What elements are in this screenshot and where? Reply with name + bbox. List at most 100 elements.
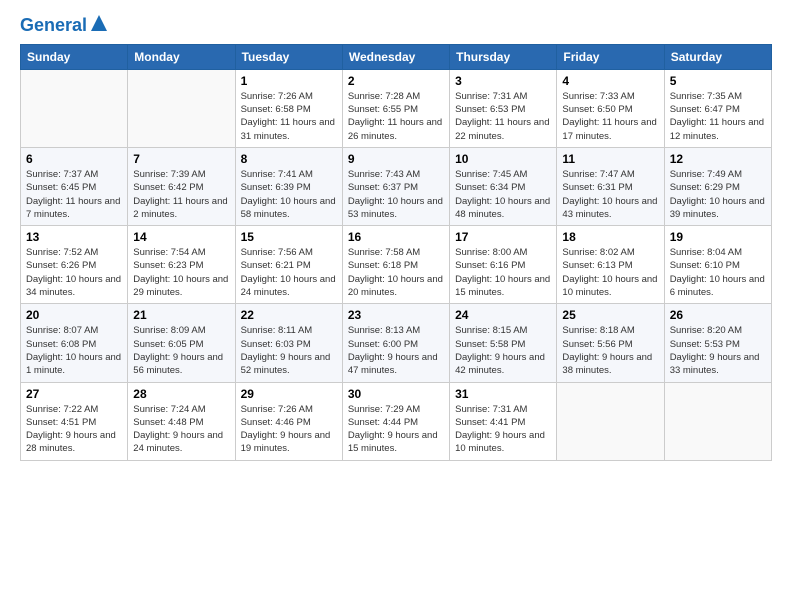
- sunset-label: Sunset: 6:08 PM: [26, 339, 96, 350]
- day-number: 28: [133, 387, 229, 401]
- sunrise-label: Sunrise: 7:49 AM: [670, 169, 742, 180]
- day-info: Sunrise: 7:22 AMSunset: 4:51 PMDaylight:…: [26, 403, 122, 456]
- day-number: 15: [241, 230, 337, 244]
- day-number: 21: [133, 308, 229, 322]
- daylight-label: Daylight: 11 hours and 7 minutes.: [26, 196, 120, 220]
- day-info: Sunrise: 7:58 AMSunset: 6:18 PMDaylight:…: [348, 246, 444, 299]
- calendar-cell: 4Sunrise: 7:33 AMSunset: 6:50 PMDaylight…: [557, 69, 664, 147]
- daylight-label: Daylight: 10 hours and 53 minutes.: [348, 196, 443, 220]
- day-info: Sunrise: 7:31 AMSunset: 6:53 PMDaylight:…: [455, 90, 551, 143]
- sunrise-label: Sunrise: 7:29 AM: [348, 404, 420, 415]
- calendar-cell: 17 Sunrise: 8:00 AMSunset: 6:16 PMDayligh…: [450, 226, 557, 304]
- calendar-cell: 28Sunrise: 7:24 AMSunset: 4:48 PMDayligh…: [128, 382, 235, 460]
- daylight-label: Daylight: 10 hours and 10 minutes.: [562, 274, 657, 298]
- daylight-label: Daylight: 9 hours and 47 minutes.: [348, 352, 438, 376]
- daylight-label: Daylight: 9 hours and 42 minutes.: [455, 352, 545, 376]
- day-number: 8: [241, 152, 337, 166]
- day-number: 23: [348, 308, 444, 322]
- day-info: Sunrise: 7:41 AMSunset: 6:39 PMDaylight:…: [241, 168, 337, 221]
- day-number: 5: [670, 74, 766, 88]
- sunset-label: Sunset: 6:45 PM: [26, 182, 96, 193]
- sunset-label: Sunset: 4:44 PM: [348, 417, 418, 428]
- calendar-cell: [557, 382, 664, 460]
- logo-text: General: [20, 16, 87, 36]
- sunset-label: Sunset: 4:51 PM: [26, 417, 96, 428]
- sunrise-label: Sunrise: 7:28 AM: [348, 91, 420, 102]
- sunset-label: Sunset: 5:53 PM: [670, 339, 740, 350]
- calendar-cell: 14Sunrise: 7:54 AMSunset: 6:23 PMDayligh…: [128, 226, 235, 304]
- sunrise-label: Sunrise: 8:15 AM: [455, 325, 527, 336]
- daylight-label: Daylight: 11 hours and 17 minutes.: [562, 117, 656, 141]
- calendar-cell: 15Sunrise: 7:56 AMSunset: 6:21 PMDayligh…: [235, 226, 342, 304]
- daylight-label: Daylight: 10 hours and 29 minutes.: [133, 274, 228, 298]
- day-info: Sunrise: 8:02 AMSunset: 6:13 PMDaylight:…: [562, 246, 658, 299]
- daylight-label: Daylight: 9 hours and 19 minutes.: [241, 430, 331, 454]
- daylight-label: Daylight: 10 hours and 43 minutes.: [562, 196, 657, 220]
- daylight-label: Daylight: 11 hours and 26 minutes.: [348, 117, 442, 141]
- sunrise-label: Sunrise: 8:20 AM: [670, 325, 742, 336]
- day-info: Sunrise: 7:39 AMSunset: 6:42 PMDaylight:…: [133, 168, 229, 221]
- sunset-label: Sunset: 6:13 PM: [562, 260, 632, 271]
- day-info: Sunrise: 7:43 AMSunset: 6:37 PMDaylight:…: [348, 168, 444, 221]
- sunset-label: Sunset: 6:05 PM: [133, 339, 203, 350]
- calendar-cell: 2Sunrise: 7:28 AMSunset: 6:55 PMDaylight…: [342, 69, 449, 147]
- weekday-saturday: Saturday: [664, 44, 771, 69]
- daylight-label: Daylight: 10 hours and 39 minutes.: [670, 196, 765, 220]
- daylight-label: Daylight: 10 hours and 48 minutes.: [455, 196, 550, 220]
- day-number: 24: [455, 308, 551, 322]
- daylight-label: Daylight: 11 hours and 22 minutes.: [455, 117, 549, 141]
- daylight-label: Daylight: 10 hours and 24 minutes.: [241, 274, 336, 298]
- sunrise-label: Sunrise: 7:43 AM: [348, 169, 420, 180]
- calendar-cell: 1Sunrise: 7:26 AMSunset: 6:58 PMDaylight…: [235, 69, 342, 147]
- day-number: 13: [26, 230, 122, 244]
- calendar-cell: 31Sunrise: 7:31 AMSunset: 4:41 PMDayligh…: [450, 382, 557, 460]
- calendar-cell: 8 Sunrise: 7:41 AMSunset: 6:39 PMDaylight…: [235, 147, 342, 225]
- sunrise-label: Sunrise: 7:47 AM: [562, 169, 634, 180]
- calendar-cell: 24Sunrise: 8:15 AMSunset: 5:58 PMDayligh…: [450, 304, 557, 382]
- sunset-label: Sunset: 6:53 PM: [455, 104, 525, 115]
- daylight-label: Daylight: 11 hours and 2 minutes.: [133, 196, 227, 220]
- daylight-label: Daylight: 10 hours and 20 minutes.: [348, 274, 443, 298]
- sunrise-label: Sunrise: 7:22 AM: [26, 404, 98, 415]
- sunrise-label: Sunrise: 7:56 AM: [241, 247, 313, 258]
- calendar-cell: 10Sunrise: 7:45 AMSunset: 6:34 PMDayligh…: [450, 147, 557, 225]
- sunset-label: Sunset: 6:03 PM: [241, 339, 311, 350]
- day-info: Sunrise: 7:35 AMSunset: 6:47 PMDaylight:…: [670, 90, 766, 143]
- sunrise-label: Sunrise: 7:31 AM: [455, 404, 527, 415]
- day-info: Sunrise: 7:31 AMSunset: 4:41 PMDaylight:…: [455, 403, 551, 456]
- daylight-label: Daylight: 11 hours and 12 minutes.: [670, 117, 764, 141]
- sunrise-label: Sunrise: 8:07 AM: [26, 325, 98, 336]
- sunset-label: Sunset: 6:47 PM: [670, 104, 740, 115]
- day-info: Sunrise: 7:37 AM Sunset: 6:45 PM Daylight:…: [26, 168, 122, 221]
- day-info: Sunrise: 7:49 AM Sunset: 6:29 PM Daylight:…: [670, 168, 766, 221]
- weekday-sunday: Sunday: [21, 44, 128, 69]
- sunset-label: Sunset: 6:29 PM: [670, 182, 740, 193]
- day-info: Sunrise: 8:04 AMSunset: 6:10 PMDaylight:…: [670, 246, 766, 299]
- sunrise-label: Sunrise: 8:13 AM: [348, 325, 420, 336]
- day-info: Sunrise: 8:07 AMSunset: 6:08 PMDaylight:…: [26, 324, 122, 377]
- daylight-label: Daylight: 9 hours and 15 minutes.: [348, 430, 438, 454]
- sunset-label: Sunset: 6:23 PM: [133, 260, 203, 271]
- calendar-cell: [21, 69, 128, 147]
- day-info: Sunrise: 8:00 AMSunset: 6:16 PMDaylight:…: [455, 246, 551, 299]
- sunset-label: Sunset: 6:10 PM: [670, 260, 740, 271]
- week-row-4: 20Sunrise: 8:07 AMSunset: 6:08 PMDayligh…: [21, 304, 772, 382]
- weekday-wednesday: Wednesday: [342, 44, 449, 69]
- day-number: 17: [455, 230, 551, 244]
- day-number: 12: [670, 152, 766, 166]
- daylight-label: Daylight: 9 hours and 56 minutes.: [133, 352, 223, 376]
- sunrise-label: Sunrise: 8:00 AM: [455, 247, 527, 258]
- calendar-cell: 26Sunrise: 8:20 AMSunset: 5:53 PMDayligh…: [664, 304, 771, 382]
- daylight-label: Daylight: 9 hours and 33 minutes.: [670, 352, 760, 376]
- sunset-label: Sunset: 6:42 PM: [133, 182, 203, 193]
- sunrise-label: Sunrise: 7:41 AM: [241, 169, 313, 180]
- calendar-cell: [128, 69, 235, 147]
- sunrise-label: Sunrise: 7:26 AM: [241, 91, 313, 102]
- day-info: Sunrise: 7:26 AMSunset: 6:58 PMDaylight:…: [241, 90, 337, 143]
- calendar-cell: 9Sunrise: 7:43 AMSunset: 6:37 PMDaylight…: [342, 147, 449, 225]
- sunset-label: Sunset: 6:00 PM: [348, 339, 418, 350]
- sunrise-label: Sunrise: 7:37 AM: [26, 169, 98, 180]
- day-number: 7: [133, 152, 229, 166]
- weekday-header-row: SundayMondayTuesdayWednesdayThursdayFrid…: [21, 44, 772, 69]
- daylight-label: Daylight: 10 hours and 34 minutes.: [26, 274, 121, 298]
